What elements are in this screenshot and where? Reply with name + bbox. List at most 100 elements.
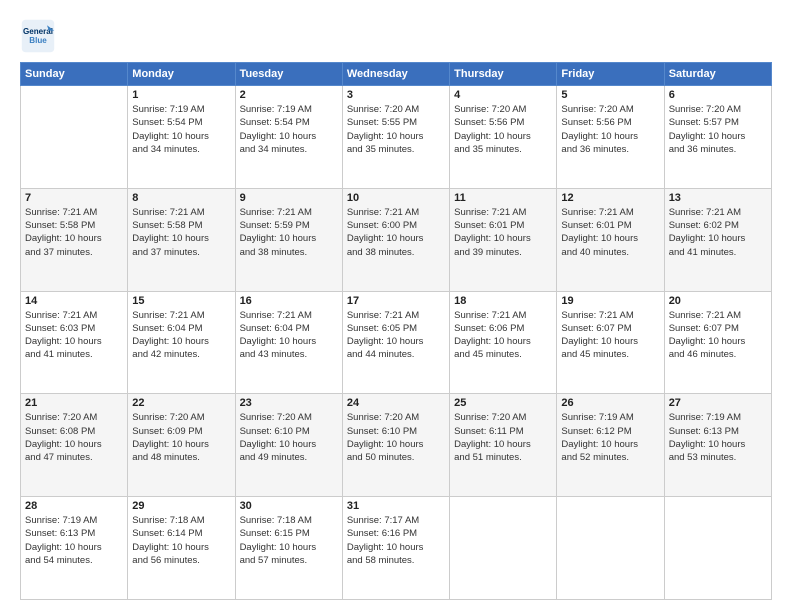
day-number: 1 [132,89,230,101]
day-number: 3 [347,89,445,101]
day-number: 16 [240,295,338,307]
calendar-cell: 15Sunrise: 7:21 AM Sunset: 6:04 PM Dayli… [128,291,235,394]
day-number: 9 [240,192,338,204]
calendar-cell: 28 Sunrise: 7:19 AM Sunset: 6:13 PM Dayli… [21,497,128,600]
day-info: Sunrise: 7:20 AM Sunset: 6:08 PM Dayligh… [25,411,123,464]
day-of-week-header: Saturday [664,63,771,86]
day-info: Sunrise: 7:19 AM Sunset: 6:13 PM Dayligh… [25,514,123,567]
day-number: 19 [561,295,659,307]
calendar-cell [450,497,557,600]
day-info: Sunrise: 7:21 AM Sunset: 5:58 PM Dayligh… [25,206,123,259]
day-of-week-header: Wednesday [342,63,449,86]
calendar-cell: 16Sunrise: 7:21 AM Sunset: 6:04 PM Dayli… [235,291,342,394]
day-number: 28 [25,500,123,512]
day-of-week-header: Thursday [450,63,557,86]
day-number: 25 [454,397,552,409]
calendar-cell: 4 Sunrise: 7:20 AM Sunset: 5:56 PM Daylig… [450,86,557,189]
day-of-week-header: Friday [557,63,664,86]
day-info: Sunrise: 7:20 AM Sunset: 5:55 PM Dayligh… [347,103,445,156]
calendar-cell: 18 Sunrise: 7:21 AM Sunset: 6:06 PM Dayli… [450,291,557,394]
day-number: 26 [561,397,659,409]
calendar-cell [21,86,128,189]
calendar-cell: 2Sunrise: 7:19 AM Sunset: 5:54 PM Daylig… [235,86,342,189]
day-of-week-header: Monday [128,63,235,86]
calendar-cell: 14 Sunrise: 7:21 AM Sunset: 6:03 PM Dayli… [21,291,128,394]
day-info: Sunrise: 7:17 AM Sunset: 6:16 PM Dayligh… [347,514,445,567]
day-info: Sunrise: 7:21 AM Sunset: 6:00 PM Dayligh… [347,206,445,259]
day-number: 13 [669,192,767,204]
header: General Blue [20,18,772,54]
day-number: 24 [347,397,445,409]
day-info: Sunrise: 7:20 AM Sunset: 6:10 PM Dayligh… [240,411,338,464]
day-info: Sunrise: 7:21 AM Sunset: 6:02 PM Dayligh… [669,206,767,259]
page: General Blue SundayMondayTuesdayWednesda… [0,0,792,612]
calendar-week-row: 28 Sunrise: 7:19 AM Sunset: 6:13 PM Dayli… [21,497,772,600]
calendar-cell: 24 Sunrise: 7:20 AM Sunset: 6:10 PM Dayli… [342,394,449,497]
day-number: 30 [240,500,338,512]
day-of-week-header: Tuesday [235,63,342,86]
day-number: 11 [454,192,552,204]
day-number: 8 [132,192,230,204]
day-number: 21 [25,397,123,409]
day-number: 12 [561,192,659,204]
day-number: 10 [347,192,445,204]
calendar-cell: 23 Sunrise: 7:20 AM Sunset: 6:10 PM Dayli… [235,394,342,497]
calendar-cell: 12Sunrise: 7:21 AM Sunset: 6:01 PM Dayli… [557,188,664,291]
calendar-cell: 17Sunrise: 7:21 AM Sunset: 6:05 PM Dayli… [342,291,449,394]
calendar-cell: 26Sunrise: 7:19 AM Sunset: 6:12 PM Dayli… [557,394,664,497]
calendar-cell: 5Sunrise: 7:20 AM Sunset: 5:56 PM Daylig… [557,86,664,189]
calendar-table: SundayMondayTuesdayWednesdayThursdayFrid… [20,62,772,600]
day-info: Sunrise: 7:20 AM Sunset: 5:57 PM Dayligh… [669,103,767,156]
day-number: 29 [132,500,230,512]
day-info: Sunrise: 7:21 AM Sunset: 5:58 PM Dayligh… [132,206,230,259]
calendar-cell: 31 Sunrise: 7:17 AM Sunset: 6:16 PM Dayli… [342,497,449,600]
calendar-week-row: 21 Sunrise: 7:20 AM Sunset: 6:08 PM Dayli… [21,394,772,497]
day-info: Sunrise: 7:20 AM Sunset: 6:10 PM Dayligh… [347,411,445,464]
calendar-cell: 19 Sunrise: 7:21 AM Sunset: 6:07 PM Dayli… [557,291,664,394]
calendar-cell: 27Sunrise: 7:19 AM Sunset: 6:13 PM Dayli… [664,394,771,497]
calendar-cell: 11 Sunrise: 7:21 AM Sunset: 6:01 PM Dayli… [450,188,557,291]
calendar-cell: 22 Sunrise: 7:20 AM Sunset: 6:09 PM Dayli… [128,394,235,497]
day-info: Sunrise: 7:19 AM Sunset: 6:13 PM Dayligh… [669,411,767,464]
day-number: 6 [669,89,767,101]
day-number: 31 [347,500,445,512]
calendar-cell: 10 Sunrise: 7:21 AM Sunset: 6:00 PM Dayli… [342,188,449,291]
day-info: Sunrise: 7:21 AM Sunset: 6:06 PM Dayligh… [454,309,552,362]
svg-text:Blue: Blue [29,36,47,45]
day-info: Sunrise: 7:21 AM Sunset: 6:07 PM Dayligh… [561,309,659,362]
day-number: 23 [240,397,338,409]
day-info: Sunrise: 7:18 AM Sunset: 6:15 PM Dayligh… [240,514,338,567]
calendar-cell: 13 Sunrise: 7:21 AM Sunset: 6:02 PM Dayli… [664,188,771,291]
calendar-cell: 6 Sunrise: 7:20 AM Sunset: 5:57 PM Daylig… [664,86,771,189]
day-info: Sunrise: 7:21 AM Sunset: 5:59 PM Dayligh… [240,206,338,259]
calendar-header: SundayMondayTuesdayWednesdayThursdayFrid… [21,63,772,86]
day-number: 14 [25,295,123,307]
day-info: Sunrise: 7:20 AM Sunset: 6:11 PM Dayligh… [454,411,552,464]
day-number: 4 [454,89,552,101]
day-number: 18 [454,295,552,307]
calendar-cell: 7Sunrise: 7:21 AM Sunset: 5:58 PM Daylig… [21,188,128,291]
day-info: Sunrise: 7:21 AM Sunset: 6:07 PM Dayligh… [669,309,767,362]
calendar-cell: 8 Sunrise: 7:21 AM Sunset: 5:58 PM Daylig… [128,188,235,291]
day-info: Sunrise: 7:20 AM Sunset: 6:09 PM Dayligh… [132,411,230,464]
day-number: 17 [347,295,445,307]
calendar-cell: 3 Sunrise: 7:20 AM Sunset: 5:55 PM Daylig… [342,86,449,189]
day-info: Sunrise: 7:20 AM Sunset: 5:56 PM Dayligh… [454,103,552,156]
calendar-cell: 30 Sunrise: 7:18 AM Sunset: 6:15 PM Dayli… [235,497,342,600]
day-number: 20 [669,295,767,307]
calendar-cell: 21 Sunrise: 7:20 AM Sunset: 6:08 PM Dayli… [21,394,128,497]
day-number: 5 [561,89,659,101]
day-number: 22 [132,397,230,409]
day-info: Sunrise: 7:21 AM Sunset: 6:04 PM Dayligh… [132,309,230,362]
day-info: Sunrise: 7:19 AM Sunset: 5:54 PM Dayligh… [132,103,230,156]
header-row: SundayMondayTuesdayWednesdayThursdayFrid… [21,63,772,86]
calendar-cell: 1 Sunrise: 7:19 AM Sunset: 5:54 PM Daylig… [128,86,235,189]
calendar-cell: 9 Sunrise: 7:21 AM Sunset: 5:59 PM Daylig… [235,188,342,291]
day-info: Sunrise: 7:21 AM Sunset: 6:03 PM Dayligh… [25,309,123,362]
day-info: Sunrise: 7:21 AM Sunset: 6:01 PM Dayligh… [454,206,552,259]
calendar-cell: 29Sunrise: 7:18 AM Sunset: 6:14 PM Dayli… [128,497,235,600]
calendar-week-row: 14 Sunrise: 7:21 AM Sunset: 6:03 PM Dayli… [21,291,772,394]
calendar-cell [664,497,771,600]
day-info: Sunrise: 7:19 AM Sunset: 5:54 PM Dayligh… [240,103,338,156]
calendar-cell [557,497,664,600]
